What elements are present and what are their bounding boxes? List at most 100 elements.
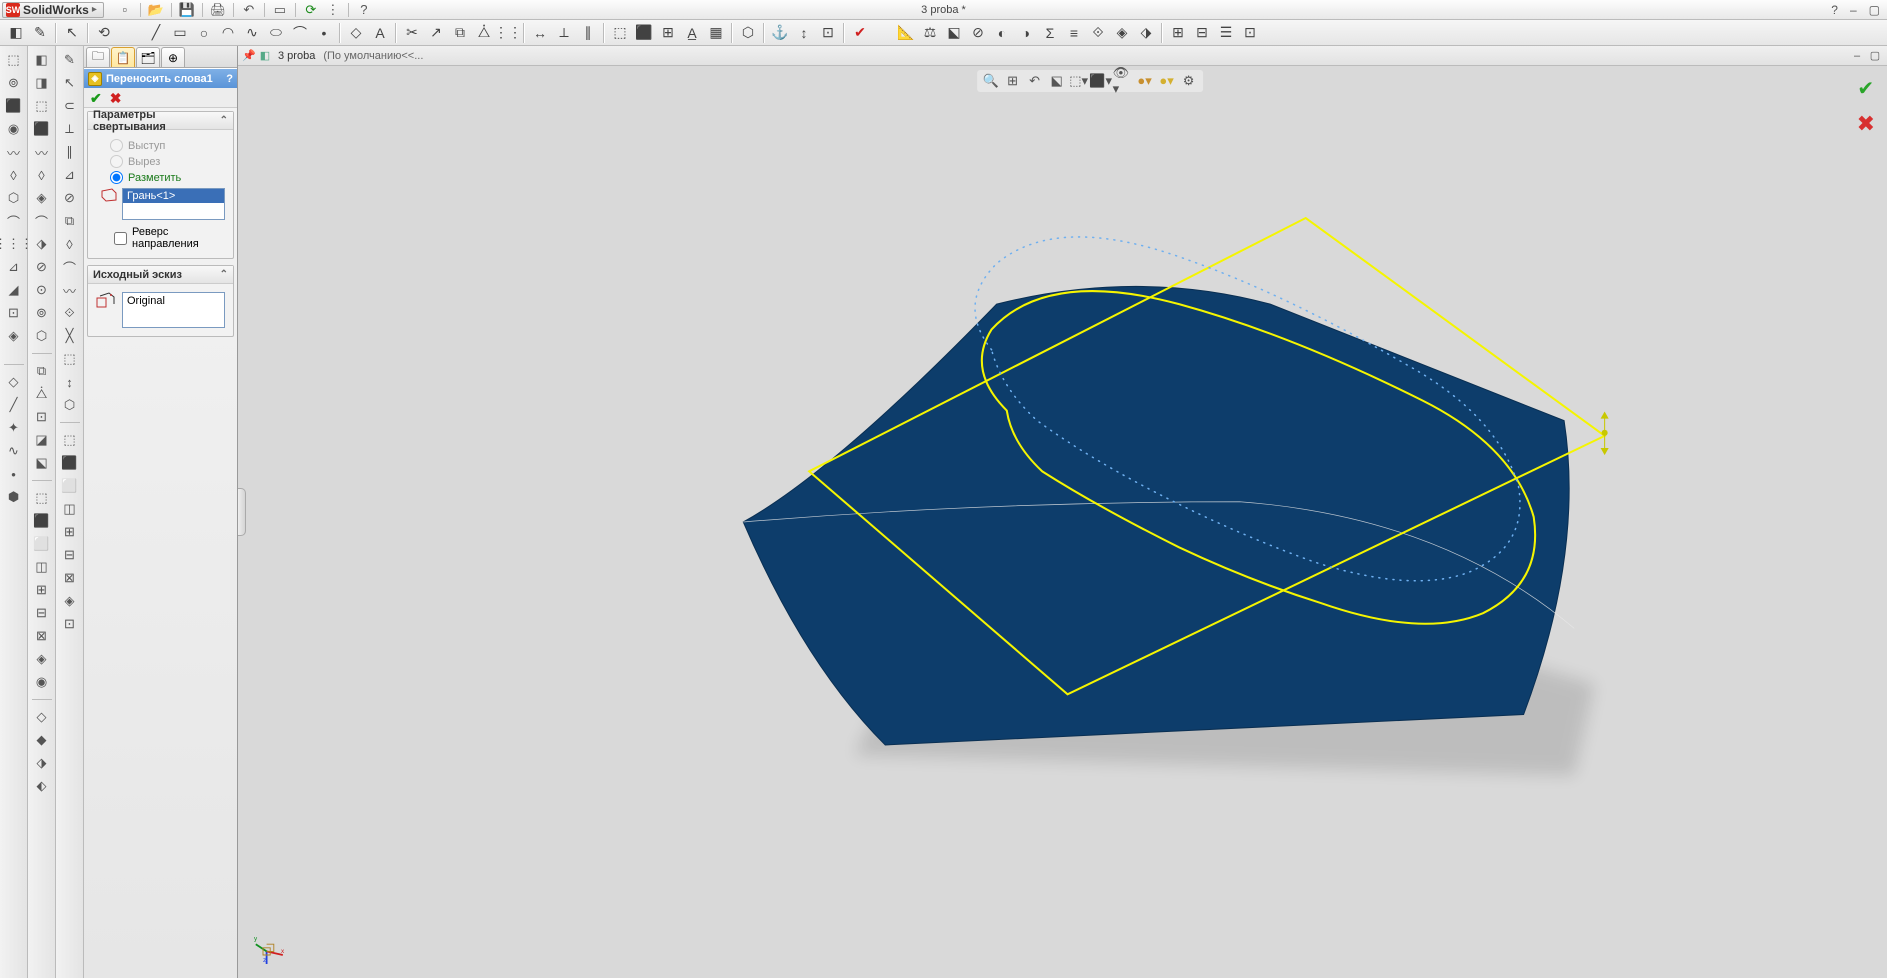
drag-handle[interactable] bbox=[1601, 412, 1609, 456]
surface-body[interactable] bbox=[743, 286, 1569, 745]
restore-icon[interactable]: ▢ bbox=[1866, 3, 1883, 17]
rib-icon[interactable]: ⊿ bbox=[3, 257, 25, 277]
confirm-ok-button[interactable]: ✔ bbox=[1857, 76, 1874, 101]
face-selected-item[interactable]: Грань<1> bbox=[123, 189, 224, 203]
surf20-icon[interactable]: ⬛ bbox=[31, 511, 53, 531]
surf8-icon[interactable]: ⌒ bbox=[31, 211, 53, 231]
select-icon[interactable]: ▭ bbox=[271, 2, 289, 18]
dim-icon[interactable]: ↔ bbox=[529, 22, 551, 44]
sk20-icon[interactable]: ◫ bbox=[59, 499, 81, 519]
tool5-icon[interactable]: ⊡ bbox=[817, 22, 839, 44]
relation2-icon[interactable]: ∥ bbox=[577, 22, 599, 44]
surf30-icon[interactable]: ⬗ bbox=[31, 753, 53, 773]
undo-icon[interactable]: ↶ bbox=[240, 2, 258, 18]
bc-pin-icon[interactable]: 📌 bbox=[242, 49, 256, 63]
panel-resize-handle[interactable] bbox=[238, 488, 246, 536]
sk23-icon[interactable]: ⊠ bbox=[59, 568, 81, 588]
sk21-icon[interactable]: ⊞ bbox=[59, 522, 81, 542]
hide-show-icon[interactable]: 👁▾ bbox=[1113, 72, 1133, 90]
surf21-icon[interactable]: ⬜ bbox=[31, 534, 53, 554]
sk25-icon[interactable]: ⊡ bbox=[59, 614, 81, 634]
zoom-area-icon[interactable]: ⊞ bbox=[1003, 72, 1023, 90]
refresh-icon[interactable]: ⟲ bbox=[93, 22, 115, 44]
feature-icon[interactable]: ◧ bbox=[5, 22, 27, 44]
surf9-icon[interactable]: ⬗ bbox=[31, 234, 53, 254]
surf10-icon[interactable]: ⊘ bbox=[31, 257, 53, 277]
shell-icon[interactable]: ⊡ bbox=[3, 303, 25, 323]
graphics-viewport[interactable]: 📌 ◧ 3 proba (По умолчанию<<... ‒ ▢ 🔍 ⊞ ↶… bbox=[238, 46, 1887, 978]
open-icon[interactable]: 📂 bbox=[147, 2, 165, 18]
surf2-icon[interactable]: ◨ bbox=[31, 73, 53, 93]
face-select-list[interactable]: Грань<1> bbox=[122, 188, 225, 220]
collapse2-icon[interactable]: ⌃ bbox=[220, 269, 228, 280]
bc-part-icon[interactable]: ◧ bbox=[258, 49, 272, 63]
ellipse-icon[interactable]: ⬭ bbox=[265, 22, 287, 44]
loft-icon[interactable]: ◊ bbox=[3, 165, 25, 185]
eval6-icon[interactable]: ⟐ bbox=[1087, 22, 1109, 44]
revolve-icon[interactable]: ⊚ bbox=[3, 73, 25, 93]
pm-help-icon[interactable]: ? bbox=[226, 73, 233, 85]
source-sketch-field[interactable]: Original bbox=[122, 292, 225, 328]
eval3-icon[interactable]: ◑ bbox=[1015, 22, 1037, 44]
scene-icon[interactable]: ●▾ bbox=[1157, 72, 1177, 90]
surf15-icon[interactable]: ⧊ bbox=[31, 384, 53, 404]
cut-extrude-icon[interactable]: ⬛ bbox=[3, 96, 25, 116]
zoom-fit-icon[interactable]: 🔍 bbox=[981, 72, 1001, 90]
surf23-icon[interactable]: ⊞ bbox=[31, 580, 53, 600]
sk6-icon[interactable]: ⊿ bbox=[59, 165, 81, 185]
cursor-icon[interactable]: ↖ bbox=[61, 22, 83, 44]
sk16-icon[interactable]: ⬡ bbox=[59, 395, 81, 415]
sk5-icon[interactable]: ∥ bbox=[59, 142, 81, 162]
surf12-icon[interactable]: ⊚ bbox=[31, 303, 53, 323]
eval7-icon[interactable]: ◈ bbox=[1111, 22, 1133, 44]
instant3d-icon[interactable]: ⬢ bbox=[3, 487, 25, 507]
eval4-icon[interactable]: Σ bbox=[1039, 22, 1061, 44]
radio-scribe[interactable]: Разметить bbox=[110, 171, 225, 184]
sk14-icon[interactable]: ⬚ bbox=[59, 349, 81, 369]
surf27-icon[interactable]: ◉ bbox=[31, 672, 53, 692]
sweep-icon[interactable]: 〰 bbox=[3, 142, 25, 162]
trim-icon[interactable]: ✂ bbox=[401, 22, 423, 44]
prev-view-icon[interactable]: ↶ bbox=[1025, 72, 1045, 90]
surf17-icon[interactable]: ◪ bbox=[31, 430, 53, 450]
extend-icon[interactable]: ↗ bbox=[425, 22, 447, 44]
sk24-icon[interactable]: ◈ bbox=[59, 591, 81, 611]
surf14-icon[interactable]: ⧉ bbox=[31, 361, 53, 381]
new-doc-icon[interactable]: ▫ bbox=[116, 2, 134, 18]
bc-config[interactable]: (По умолчанию<<... bbox=[323, 50, 423, 62]
face-select-box[interactable]: Грань<1> bbox=[100, 188, 225, 220]
reverse-checkbox[interactable] bbox=[114, 232, 127, 245]
tool4-icon[interactable]: ↕ bbox=[793, 22, 815, 44]
print-icon[interactable]: 🖨 bbox=[209, 2, 227, 18]
sk3-icon[interactable]: ⊂ bbox=[59, 96, 81, 116]
tab-feature-tree[interactable]: 🗀 bbox=[86, 47, 110, 67]
source-sketch-input[interactable]: Original bbox=[96, 292, 225, 328]
sk15-icon[interactable]: ↕ bbox=[59, 372, 81, 392]
relation-icon[interactable]: ⟂ bbox=[553, 22, 575, 44]
surf13-icon[interactable]: ⬡ bbox=[31, 326, 53, 346]
tab-property-manager[interactable]: 📋 bbox=[111, 47, 135, 67]
surf1-icon[interactable]: ◧ bbox=[31, 50, 53, 70]
sk17-icon[interactable]: ⬚ bbox=[59, 430, 81, 450]
pm-cancel-button[interactable]: ✖ bbox=[110, 90, 122, 105]
section-icon[interactable]: ⬕ bbox=[943, 22, 965, 44]
text-icon[interactable]: A bbox=[369, 22, 391, 44]
bc-part-name[interactable]: 3 proba bbox=[278, 50, 315, 62]
check-icon[interactable]: ✔ bbox=[849, 22, 871, 44]
boundary-icon[interactable]: ⬡ bbox=[3, 188, 25, 208]
save-icon[interactable]: 💾 bbox=[178, 2, 196, 18]
draft-icon[interactable]: ◢ bbox=[3, 280, 25, 300]
surf25-icon[interactable]: ⊠ bbox=[31, 626, 53, 646]
ref-axis-icon[interactable]: ╱ bbox=[3, 395, 25, 415]
sk13-icon[interactable]: ╳ bbox=[59, 326, 81, 346]
sk7-icon[interactable]: ⊘ bbox=[59, 188, 81, 208]
report-icon[interactable]: ☰ bbox=[1215, 22, 1237, 44]
model-graphics[interactable] bbox=[238, 66, 1887, 978]
surf24-icon[interactable]: ⊟ bbox=[31, 603, 53, 623]
radio-scribe-input[interactable] bbox=[110, 171, 123, 184]
bc-minimize-icon[interactable]: ‒ bbox=[1849, 49, 1865, 63]
cfg-icon[interactable]: ⊡ bbox=[1239, 22, 1261, 44]
flow-icon[interactable]: ⊞ bbox=[1167, 22, 1189, 44]
minimize-icon[interactable]: ‒ bbox=[1847, 3, 1860, 17]
tool1-icon[interactable]: ⬚ bbox=[609, 22, 631, 44]
